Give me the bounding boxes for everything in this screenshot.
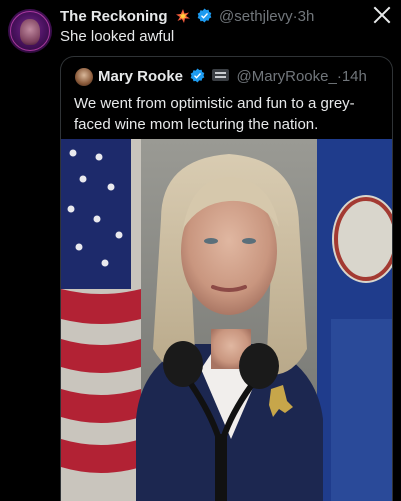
quoted-author-avatar[interactable] xyxy=(75,68,93,86)
quoted-author-name[interactable]: Mary Rooke xyxy=(98,68,183,85)
quoted-author-handle[interactable]: @MaryRooke_ xyxy=(237,68,337,85)
state-flag xyxy=(317,139,392,501)
photo-illustration xyxy=(61,139,392,501)
tweet-text: She looked awful xyxy=(60,28,175,45)
close-icon[interactable] xyxy=(373,6,391,24)
avatar-face xyxy=(20,19,40,45)
us-flag xyxy=(61,139,141,501)
quoted-tweet-text: We went from optimistic and fun to a gre… xyxy=(74,95,355,133)
verified-badge-icon xyxy=(190,68,205,83)
quoted-tweet-time[interactable]: 14h xyxy=(342,68,367,85)
tweet-header: The Reckoning @sethjlevy·3h xyxy=(60,8,401,28)
collision-emoji-icon xyxy=(175,9,190,23)
author-handle[interactable]: @sethjlevy xyxy=(219,8,293,25)
author-name[interactable]: The Reckoning xyxy=(60,8,168,25)
verified-badge-icon xyxy=(197,8,212,23)
quoted-tweet-card[interactable]: Mary Rooke @MaryRooke_·14h We went from … xyxy=(60,56,393,501)
author-avatar[interactable] xyxy=(8,9,52,53)
affiliate-badge-icon xyxy=(212,69,230,81)
quoted-tweet-photo[interactable] xyxy=(61,139,392,501)
quoted-tweet-header: Mary Rooke @MaryRooke_·14h xyxy=(98,68,367,85)
tweet-time[interactable]: 3h xyxy=(298,8,315,25)
